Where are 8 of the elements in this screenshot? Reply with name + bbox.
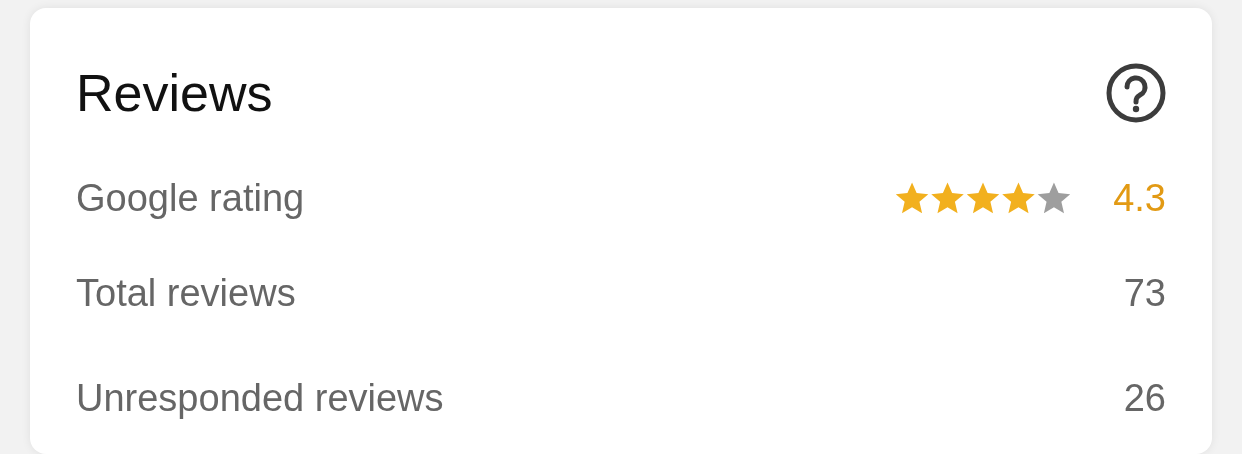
card-title: Reviews — [76, 63, 273, 123]
help-icon[interactable] — [1106, 63, 1166, 123]
row-label: Total reviews — [76, 271, 296, 315]
count-value: 26 — [1123, 376, 1166, 420]
count-value: 73 — [1123, 271, 1166, 315]
row-label: Unresponded reviews — [76, 376, 444, 420]
rating-value: 4.3 — [1113, 176, 1166, 220]
row-label: Google rating — [76, 176, 305, 220]
